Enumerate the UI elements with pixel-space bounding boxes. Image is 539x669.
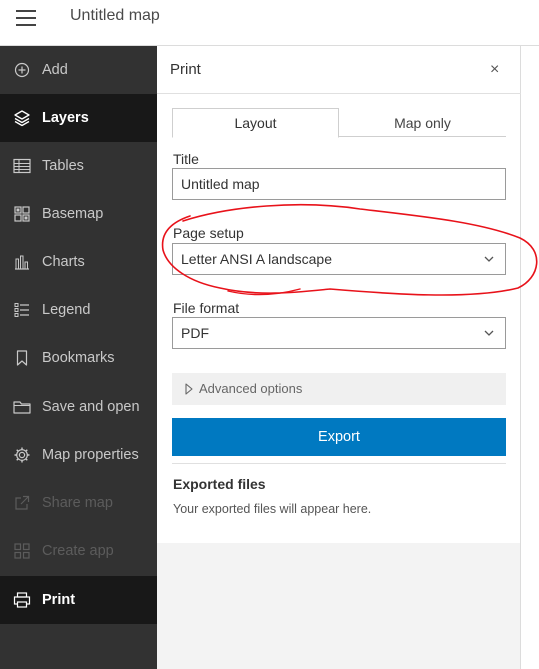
advanced-options-label: Advanced options [199,381,303,396]
chart-icon [13,253,31,271]
title-label: Title [173,151,199,167]
sidebar-item-label: Map properties [42,447,139,463]
sidebar-item-share-map[interactable]: Share map [0,479,157,527]
print-tabs: Layout Map only [172,108,506,138]
close-icon[interactable]: × [490,62,499,78]
sidebar-item-label: Layers [42,110,89,126]
sidebar-item-label: Basemap [42,206,104,222]
sidebar-item-tables[interactable]: Tables [0,142,157,190]
sidebar-item-basemap[interactable]: Basemap [0,190,157,238]
advanced-options-toggle[interactable]: Advanced options [172,373,506,405]
printer-icon [13,591,31,609]
file-format-select[interactable]: PDF [172,317,506,349]
sidebar-item-label: Create app [42,543,114,559]
plus-circle-icon [13,61,31,79]
page-setup-select[interactable]: Letter ANSI A landscape [172,243,506,275]
exported-files-note: Your exported files will appear here. [173,502,372,516]
file-format-label: File format [173,300,240,316]
chevron-right-icon [185,383,193,395]
sidebar-item-label: Save and open [42,399,140,415]
page-setup-value: Letter ANSI A landscape [181,251,332,267]
export-button[interactable]: Export [172,418,506,456]
title-input[interactable]: Untitled map [172,168,506,200]
basemap-icon [13,205,31,223]
app-root: Untitled map Add Layers Tables Basemap C… [0,0,539,669]
sidebar-item-save-and-open[interactable]: Save and open [0,383,157,431]
sidebar-item-label: Bookmarks [42,350,115,366]
panel-title: Print [170,61,201,78]
share-icon [13,494,31,512]
sidebar-item-label: Charts [42,254,85,270]
folder-icon [13,398,31,416]
sidebar-item-bookmarks[interactable]: Bookmarks [0,334,157,382]
sidebar-item-label: Print [42,592,76,608]
layers-icon [13,109,31,127]
menu-icon[interactable] [16,10,36,26]
chevron-down-icon [484,256,494,262]
sidebar-item-label: Legend [42,302,91,318]
sidebar-item-legend[interactable]: Legend [0,286,157,334]
bookmark-icon [13,349,31,367]
panel-header: Print × [157,46,521,94]
sidebar-item-label: Add [42,62,68,78]
sidebar-item-add[interactable]: Add [0,46,157,94]
map-title: Untitled map [70,7,160,24]
sidebar-item-label: Tables [42,158,84,174]
sidebar-item-layers[interactable]: Layers [0,94,157,142]
exported-files-title: Exported files [173,476,266,492]
print-panel: Print × Layout Map only Title Untitled m… [157,46,521,543]
table-icon [13,157,31,175]
file-format-value: PDF [181,325,209,341]
sidebar-item-label: Share map [42,495,113,511]
sidebar-item-print[interactable]: Print [0,576,157,624]
legend-icon [13,301,31,319]
sidebar-item-charts[interactable]: Charts [0,238,157,286]
chevron-down-icon [484,330,494,336]
page-setup-label: Page setup [173,225,244,241]
app-header: Untitled map [0,0,539,46]
sidebar-item-map-properties[interactable]: Map properties [0,431,157,479]
panel-empty-area [157,543,521,669]
tab-map-only[interactable]: Map only [339,108,506,137]
tab-layout[interactable]: Layout [172,108,339,138]
divider [172,463,506,464]
sidebar: Add Layers Tables Basemap Charts Legend … [0,46,157,669]
map-edge [521,46,539,669]
gear-icon [13,446,31,464]
apps-icon [13,542,31,560]
sidebar-item-create-app[interactable]: Create app [0,527,157,575]
